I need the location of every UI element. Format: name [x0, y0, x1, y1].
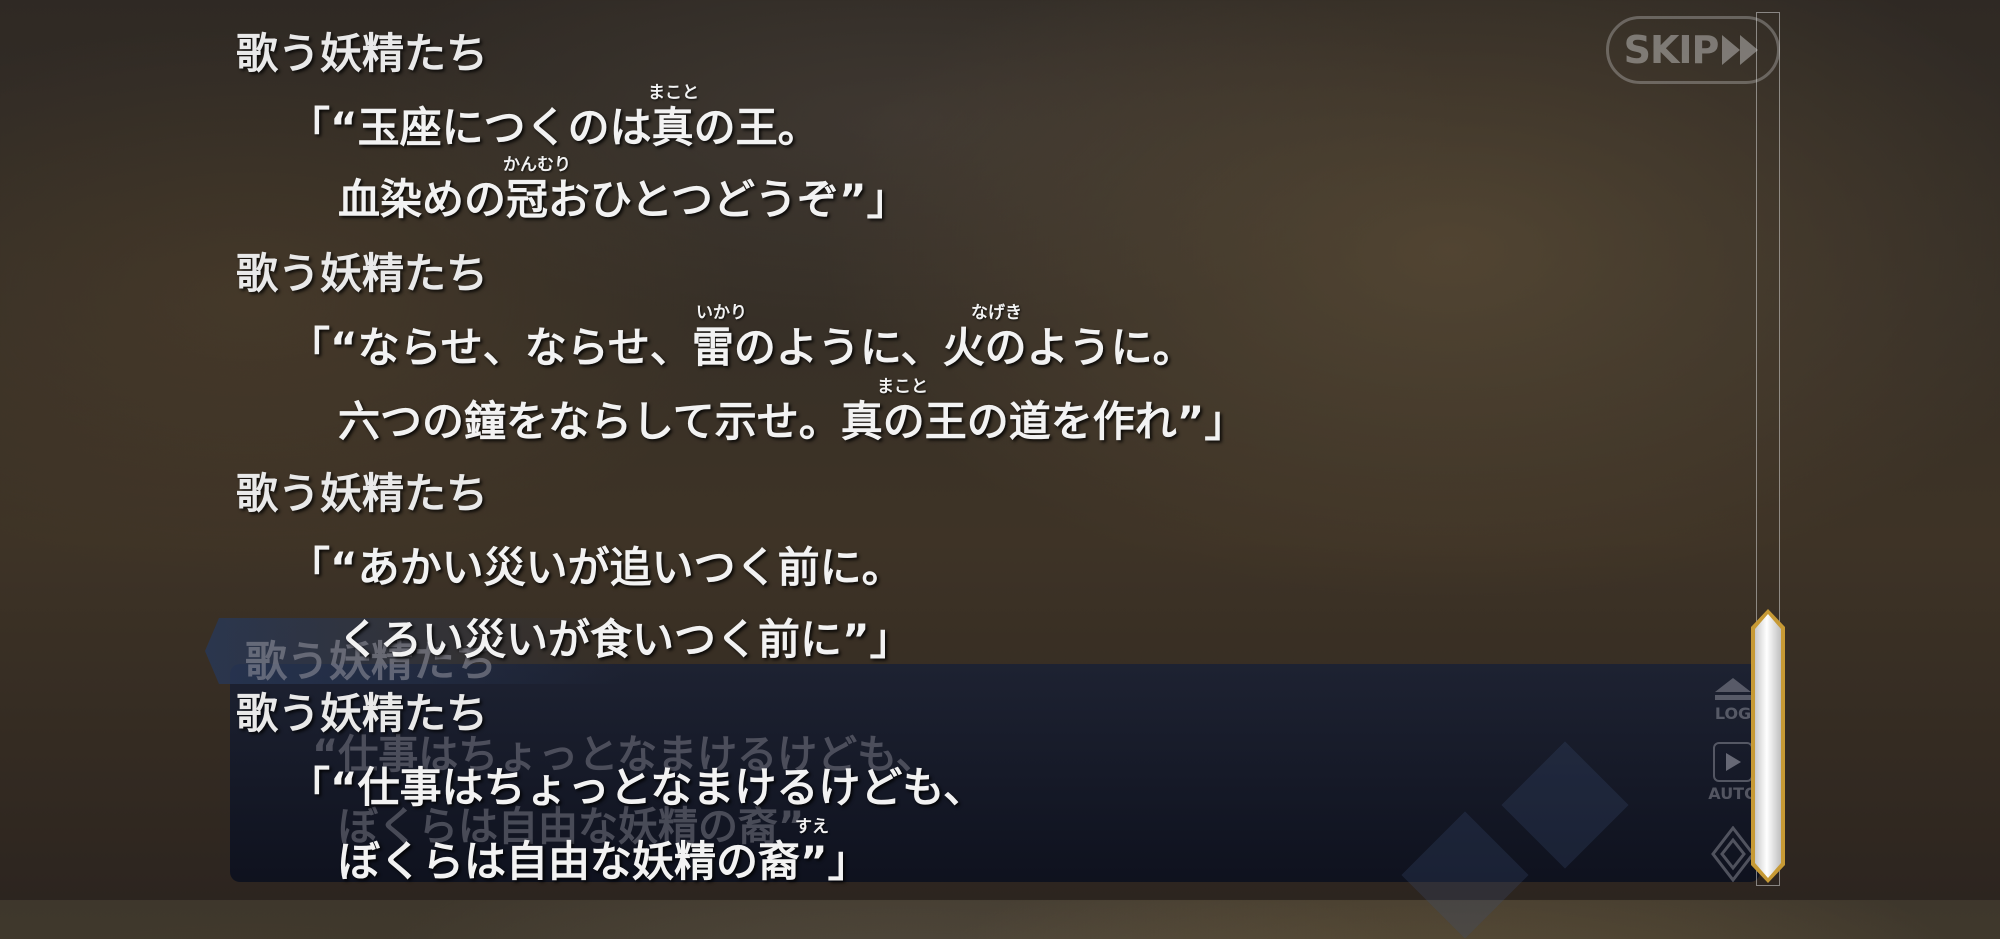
- ruby-text: まこと: [648, 83, 699, 103]
- log-line: 「“あかい災いが追いつく前に。: [288, 543, 904, 592]
- log-speaker: 歌う妖精たち: [236, 29, 489, 78]
- log-line: 「“仕事はちょっとなまけるけども、: [288, 763, 986, 812]
- ruby-text: まこと: [877, 377, 928, 397]
- ruby-text: なげき: [971, 303, 1022, 323]
- log-line: 血染めの冠おひとつどうぞ”」: [338, 175, 909, 224]
- log-speaker: 歌う妖精たち: [236, 249, 489, 298]
- log-button-label: LOG: [1714, 704, 1752, 723]
- log-speaker: 歌う妖精たち: [236, 469, 489, 518]
- log-speaker: 歌う妖精たち: [236, 689, 489, 738]
- log-line: ぼくらは自由な妖精の裔”」: [338, 837, 870, 886]
- ruby-text: かんむり: [503, 155, 571, 175]
- log-line: 六つの鐘をならして示せ。真の王の道を作れ”」: [338, 397, 1247, 446]
- log-line: くろい災いが食いつく前に”」: [338, 615, 912, 664]
- scrollbar-thumb[interactable]: [1749, 607, 1787, 885]
- backlog-panel[interactable]: 歌う妖精たち 「“玉座につくのは真の王。 まこと 血染めの冠おひとつどうぞ”」 …: [0, 0, 1740, 900]
- ruby-text: いかり: [696, 303, 747, 323]
- ruby-text: すえ: [795, 817, 829, 837]
- skip-label: SKIP: [1623, 28, 1720, 72]
- skip-button[interactable]: SKIP: [1606, 16, 1780, 84]
- log-line: 「“玉座につくのは真の王。: [288, 103, 820, 152]
- play-icon: [1713, 742, 1753, 782]
- log-line: 「“ならせ、ならせ、雷のように、火のように。: [288, 323, 1195, 372]
